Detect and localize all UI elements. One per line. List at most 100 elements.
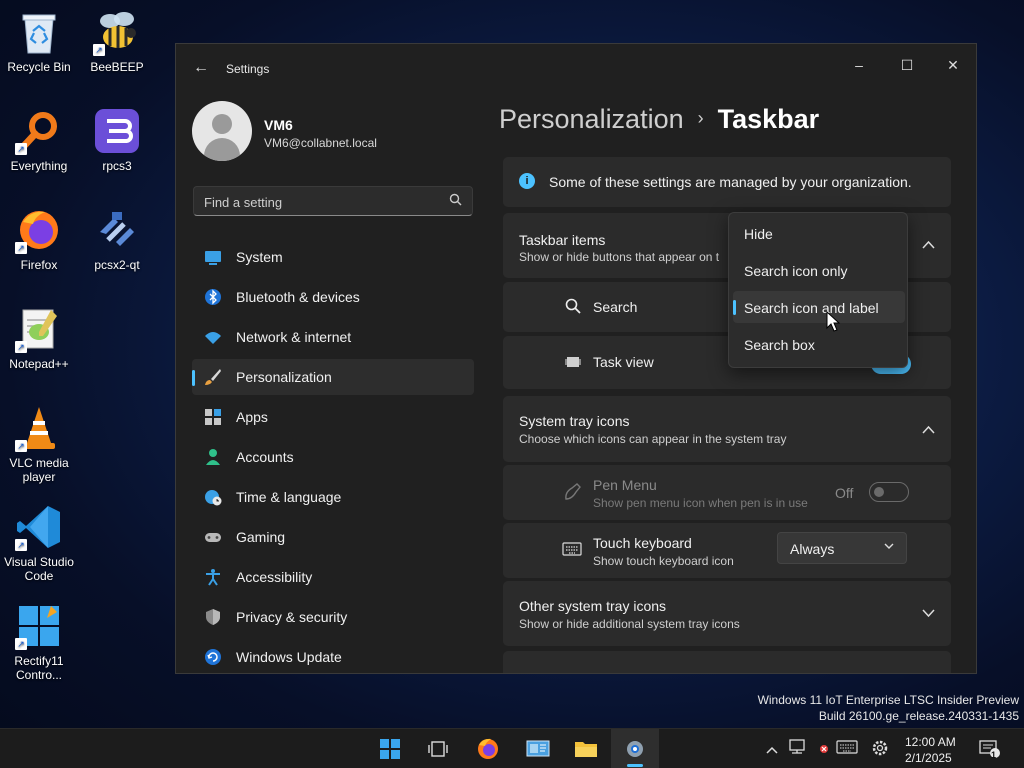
- close-button[interactable]: ✕: [930, 50, 976, 80]
- monitor-icon: [204, 248, 222, 266]
- desktop-icon-label: Everything: [10, 159, 68, 173]
- breadcrumb-parent[interactable]: Personalization: [499, 104, 684, 134]
- avatar[interactable]: [192, 101, 252, 161]
- desktop-icon-notepadpp[interactable]: ↗ Notepad++: [0, 305, 78, 371]
- chevron-up-icon[interactable]: [762, 739, 782, 759]
- windows-logo-icon: ↗: [15, 602, 63, 650]
- taskbar-firefox[interactable]: [464, 729, 512, 768]
- shortcut-arrow-icon: ↗: [93, 44, 105, 56]
- notification-count: 1: [991, 750, 997, 760]
- system-tray-section[interactable]: System tray icons Choose which icons can…: [503, 396, 951, 462]
- desktop-icon-pcsx2[interactable]: pcsx2-qt: [78, 206, 156, 272]
- touch-keyboard-row: Touch keyboard Show touch keyboard icon …: [503, 523, 951, 578]
- desktop-icon-everything[interactable]: ↗ Everything: [0, 107, 78, 173]
- desktop-icon-firefox[interactable]: ↗ Firefox: [0, 206, 78, 272]
- breadcrumb: Personalization › Taskbar: [499, 104, 819, 135]
- desktop-icon-rpcs3[interactable]: rpcs3: [78, 107, 156, 173]
- bee-icon: ↗: [93, 8, 141, 56]
- vlc-cone-icon: ↗: [15, 404, 63, 452]
- back-arrow-icon[interactable]: ←: [190, 58, 212, 80]
- touch-keyboard-title: Touch keyboard: [593, 535, 692, 551]
- gear-icon[interactable]: [870, 739, 890, 759]
- menu-item-label: Search box: [744, 337, 815, 353]
- shortcut-arrow-icon: ↗: [15, 242, 27, 254]
- desktop-icon-label: Notepad++: [9, 357, 69, 371]
- search-icon: [565, 298, 581, 319]
- sidebar-nav: System Bluetooth & devices Network & int…: [192, 239, 474, 673]
- search-mode-menu: Hide Search icon only Search icon and la…: [728, 212, 908, 368]
- info-banner-text: Some of these settings are managed by yo…: [549, 174, 912, 190]
- touch-keyboard-dropdown[interactable]: Always: [777, 532, 907, 564]
- firefox-icon: [478, 738, 498, 759]
- sidebar-item-accounts[interactable]: Accounts: [192, 439, 474, 475]
- start-button[interactable]: [366, 729, 414, 768]
- clock-time: 12:00 AM: [905, 735, 956, 749]
- desktop-icon-label: rpcs3: [102, 159, 132, 173]
- watermark-line1: Windows 11 IoT Enterprise LTSC Insider P…: [757, 693, 1019, 707]
- taskbar-settings[interactable]: [611, 729, 659, 768]
- desktop-icon-vscode[interactable]: ↗ Visual Studio Code: [0, 503, 78, 583]
- other-tray-section[interactable]: Other system tray icons Show or hide add…: [503, 581, 951, 646]
- sidebar-item-accessibility[interactable]: Accessibility: [192, 559, 474, 595]
- dropdown-value: Always: [790, 541, 835, 557]
- desktop-icon-recycle-bin[interactable]: Recycle Bin: [0, 8, 78, 74]
- taskbar-file-explorer[interactable]: [562, 729, 610, 768]
- menu-item-search-box[interactable]: Search box: [733, 328, 905, 360]
- chevron-up-icon[interactable]: [922, 237, 935, 252]
- section-subtitle: Show or hide additional system tray icon…: [519, 617, 740, 631]
- vscode-icon: ↗: [15, 503, 63, 551]
- section-title: System tray icons: [519, 413, 630, 429]
- menu-item-hide[interactable]: Hide: [733, 217, 905, 249]
- sidebar-item-label: Network & internet: [236, 329, 352, 345]
- next-section[interactable]: [503, 651, 951, 673]
- profile-name: VM6: [264, 117, 293, 133]
- desktop-icon-label: VLC media player: [9, 456, 69, 484]
- network-icon[interactable]: [787, 739, 807, 759]
- sidebar-item-time-language[interactable]: Time & language: [192, 479, 474, 515]
- chevron-up-icon[interactable]: [922, 422, 935, 437]
- menu-item-search-icon-only[interactable]: Search icon only: [733, 254, 905, 286]
- minimize-button[interactable]: –: [836, 50, 882, 80]
- menu-item-search-icon-and-label[interactable]: Search icon and label: [733, 291, 905, 323]
- pen-menu-title: Pen Menu: [593, 477, 657, 493]
- desktop-icon-rectify11[interactable]: ↗ Rectify11 Contro...: [0, 602, 78, 682]
- gamepad-icon: [204, 528, 222, 546]
- shortcut-arrow-icon: ↗: [15, 440, 27, 452]
- sidebar-item-privacy[interactable]: Privacy & security: [192, 599, 474, 635]
- keyboard-icon[interactable]: [835, 739, 859, 759]
- pen-icon: [563, 482, 583, 507]
- taskbar-control-panel[interactable]: [514, 729, 562, 768]
- notification-icon[interactable]: 1: [978, 739, 1002, 760]
- person-icon: [204, 448, 222, 466]
- sidebar-item-windows-update[interactable]: Windows Update: [192, 639, 474, 673]
- sidebar-item-bluetooth[interactable]: Bluetooth & devices: [192, 279, 474, 315]
- sidebar-item-gaming[interactable]: Gaming: [192, 519, 474, 555]
- desktop-icon-vlc[interactable]: ↗ VLC media player: [0, 404, 78, 484]
- sidebar-item-label: Windows Update: [236, 649, 342, 665]
- page-title: Taskbar: [717, 104, 820, 134]
- sidebar-item-label: Bluetooth & devices: [236, 289, 360, 305]
- taskbar-clock[interactable]: 12:00 AM 2/1/2025: [905, 734, 956, 766]
- sidebar-item-apps[interactable]: Apps: [192, 399, 474, 435]
- sidebar-item-label: Time & language: [236, 489, 342, 505]
- search-input[interactable]: Find a setting: [193, 186, 473, 216]
- task-view-button[interactable]: [414, 729, 462, 768]
- sidebar-item-system[interactable]: System: [192, 239, 474, 275]
- sidebar-item-personalization[interactable]: Personalization: [192, 359, 474, 395]
- sidebar-item-label: Accessibility: [236, 569, 313, 585]
- update-icon: [204, 648, 222, 666]
- search-icon: [449, 193, 462, 209]
- section-title: Taskbar items: [519, 232, 606, 248]
- sidebar-item-network[interactable]: Network & internet: [192, 319, 474, 355]
- section-subtitle: Choose which icons can appear in the sys…: [519, 432, 787, 446]
- desktop-icon-beebeep[interactable]: ↗ BeeBEEP: [78, 8, 156, 74]
- menu-item-label: Hide: [744, 226, 773, 242]
- taskbar: 12:00 AM 2/1/2025 1: [0, 728, 1024, 768]
- pen-menu-toggle[interactable]: [869, 482, 909, 502]
- volume-muted-icon[interactable]: [812, 739, 832, 759]
- chevron-down-icon[interactable]: [922, 606, 935, 621]
- touch-keyboard-subtitle: Show touch keyboard icon: [593, 554, 734, 568]
- pen-menu-row: Pen Menu Show pen menu icon when pen is …: [503, 465, 951, 520]
- task-view-label: Task view: [593, 354, 654, 370]
- maximize-button[interactable]: ☐: [884, 50, 930, 80]
